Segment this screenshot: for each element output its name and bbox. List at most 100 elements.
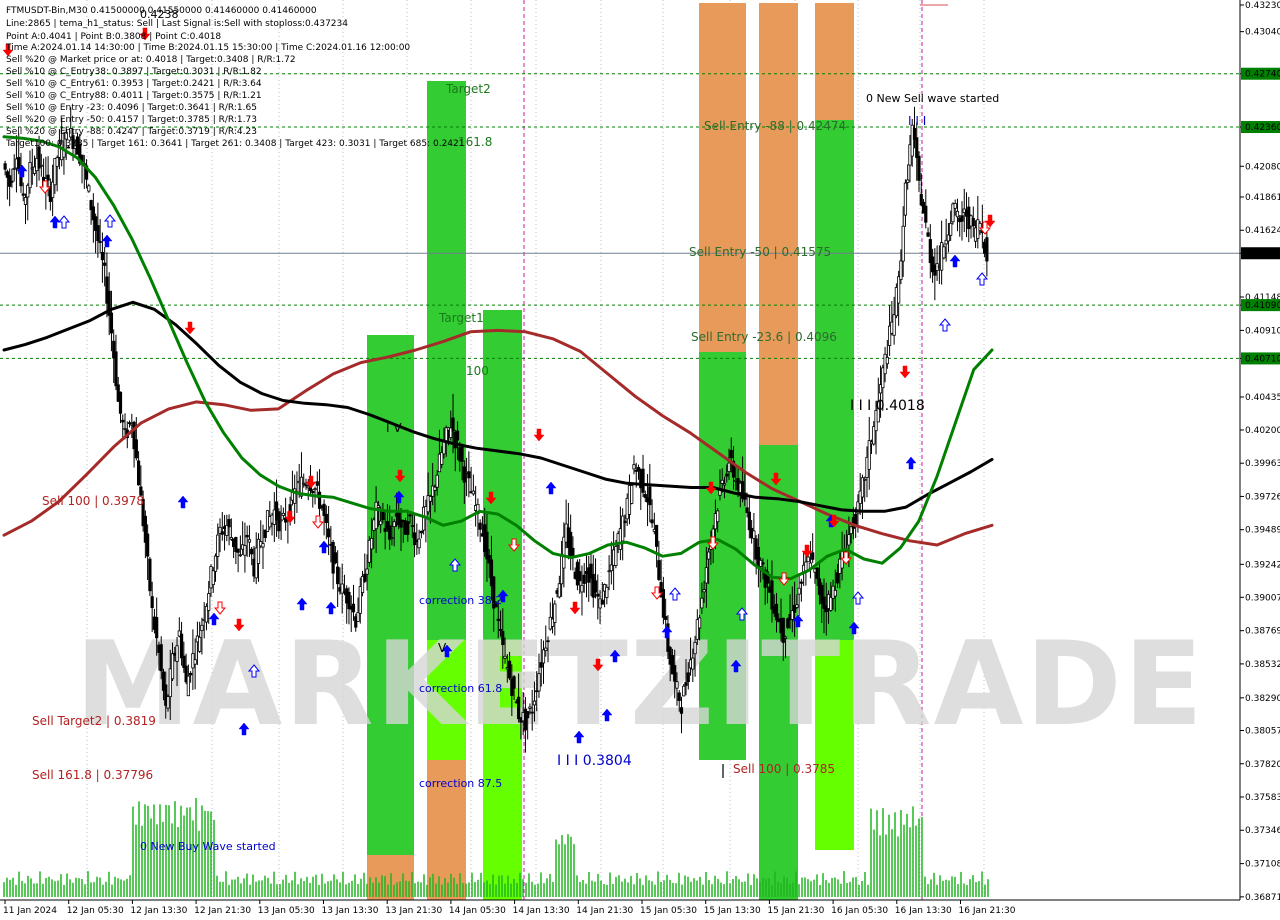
time-tick-label: 12 Jan 21:30 [194,906,251,916]
price-tick-label: 0.38290 [1245,694,1280,704]
candle-body [811,552,815,560]
candle-body [691,657,695,670]
candle-body [245,534,249,538]
candle-body [799,581,803,584]
candle-body [682,685,686,697]
candle-body [517,696,521,720]
candle-body [333,552,337,564]
candle-body [146,533,150,557]
new-buy-wave-label: 0 New Buy Wave started [140,840,276,853]
candle-body [955,210,960,218]
candle-body [322,503,326,516]
candle-body [3,163,7,170]
candle-body [383,528,387,532]
candle-body [351,603,356,613]
price-tick-label: 0.42080 [1245,162,1280,172]
info-line-6: Sell %10 @ C_Entry61: 0.3953 | Target:0.… [6,79,262,89]
candle-body [417,538,421,549]
candle-body [729,450,733,459]
candle-body [435,474,439,488]
candle-body [189,672,193,676]
candle-body [261,543,265,548]
candle-body [630,485,634,504]
price-tick-label: 0.40200 [1245,426,1280,436]
candle-body [155,617,159,639]
candle-body [17,157,21,170]
candle-body [412,532,417,546]
candle-body [121,419,125,423]
candle-body [614,546,618,566]
sell-target2-label: Sell Target2 | 0.3819 [32,714,156,728]
price-tick-label: 0.38532 [1245,660,1280,670]
candle-body [917,155,921,181]
price-tick-label: 0.39489 [1245,526,1280,536]
candle-body [532,700,537,706]
candle-body [478,522,482,530]
target2-label: Target2 [445,82,491,96]
candle-body [863,478,867,481]
candle-body [892,314,896,336]
candle-body [677,692,681,701]
band-orange-e [759,3,798,445]
time-tick-label: 14 Jan 13:30 [513,906,570,916]
candle-body [315,481,319,486]
candle-body [686,672,690,683]
candle-body [833,589,837,597]
sell-entry-50-label: Sell Entry -50 | 0.41575 [689,245,831,259]
candle-body [87,185,91,192]
info-line-8: Sell %10 @ Entry -23: 0.4096 | Target:0.… [6,103,257,113]
candle-body [127,422,132,425]
candle-body [193,659,197,665]
candle-body [541,649,546,664]
candle-body [707,551,711,560]
candle-body [641,468,645,493]
price-tick-label: 0.42360 [1245,123,1280,133]
candle-body [118,391,123,414]
candle-body [216,534,220,557]
candle-body [700,597,704,609]
candle-body [336,566,340,585]
candle-body [451,417,455,432]
candle-body [580,584,584,593]
candle-body [103,262,107,266]
candle-body [501,631,505,646]
price-tick-label: 0.37583 [1245,793,1280,803]
price-tick-label: 0.43040 [1245,28,1280,38]
price-tick-label: 0.39963 [1245,459,1280,469]
price-tick-label: 0.41090 [1245,301,1280,311]
price-tick-label: 0.43230 [1245,1,1280,11]
candle-body [528,706,532,709]
price-tick-label: 0.40910 [1245,326,1280,336]
candle-body [903,182,908,216]
price-tick-label: 0.42740 [1245,70,1280,80]
candle-body [829,597,833,611]
correction-382-label: correction 38.2 [419,594,502,607]
candle-body [623,520,627,524]
target1-label: Target1 [438,311,484,325]
candle-body [783,636,788,639]
candle-body [655,524,659,547]
candle-body [679,707,684,714]
candle-body [498,629,503,631]
candle-body [942,246,946,259]
price-tick-label: 0.39242 [1245,560,1280,570]
price-tick-label: 0.40710 [1245,354,1280,364]
candle-body [134,439,138,459]
candle-body [960,215,964,222]
candle-body [250,548,254,555]
candle-body [136,460,141,486]
candle-body [150,596,154,608]
candle-body [643,494,647,498]
candle-body [408,514,412,517]
point-b-value-label: I I I 0.3804 [557,753,632,769]
candle-body [946,234,951,242]
candle-body [23,197,28,205]
candle-body [702,589,706,593]
candle-body [324,513,328,524]
candle-body [428,496,433,502]
candle-body [28,162,32,189]
candle-body [170,653,175,680]
candle-body [507,660,512,679]
time-tick-label: 15 Jan 21:30 [767,906,824,916]
candle-body [752,530,756,539]
